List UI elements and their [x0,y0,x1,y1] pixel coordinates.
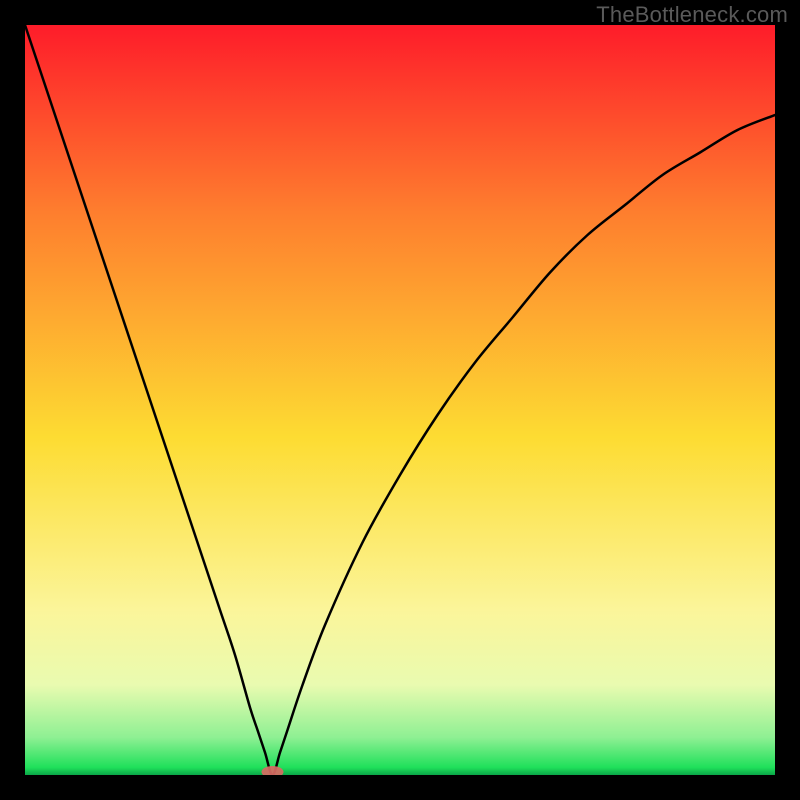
chart-container: TheBottleneck.com [0,0,800,800]
gradient-background [25,25,775,775]
watermark-text: TheBottleneck.com [596,2,788,28]
chart-svg [25,25,775,775]
plot-area [25,25,775,775]
